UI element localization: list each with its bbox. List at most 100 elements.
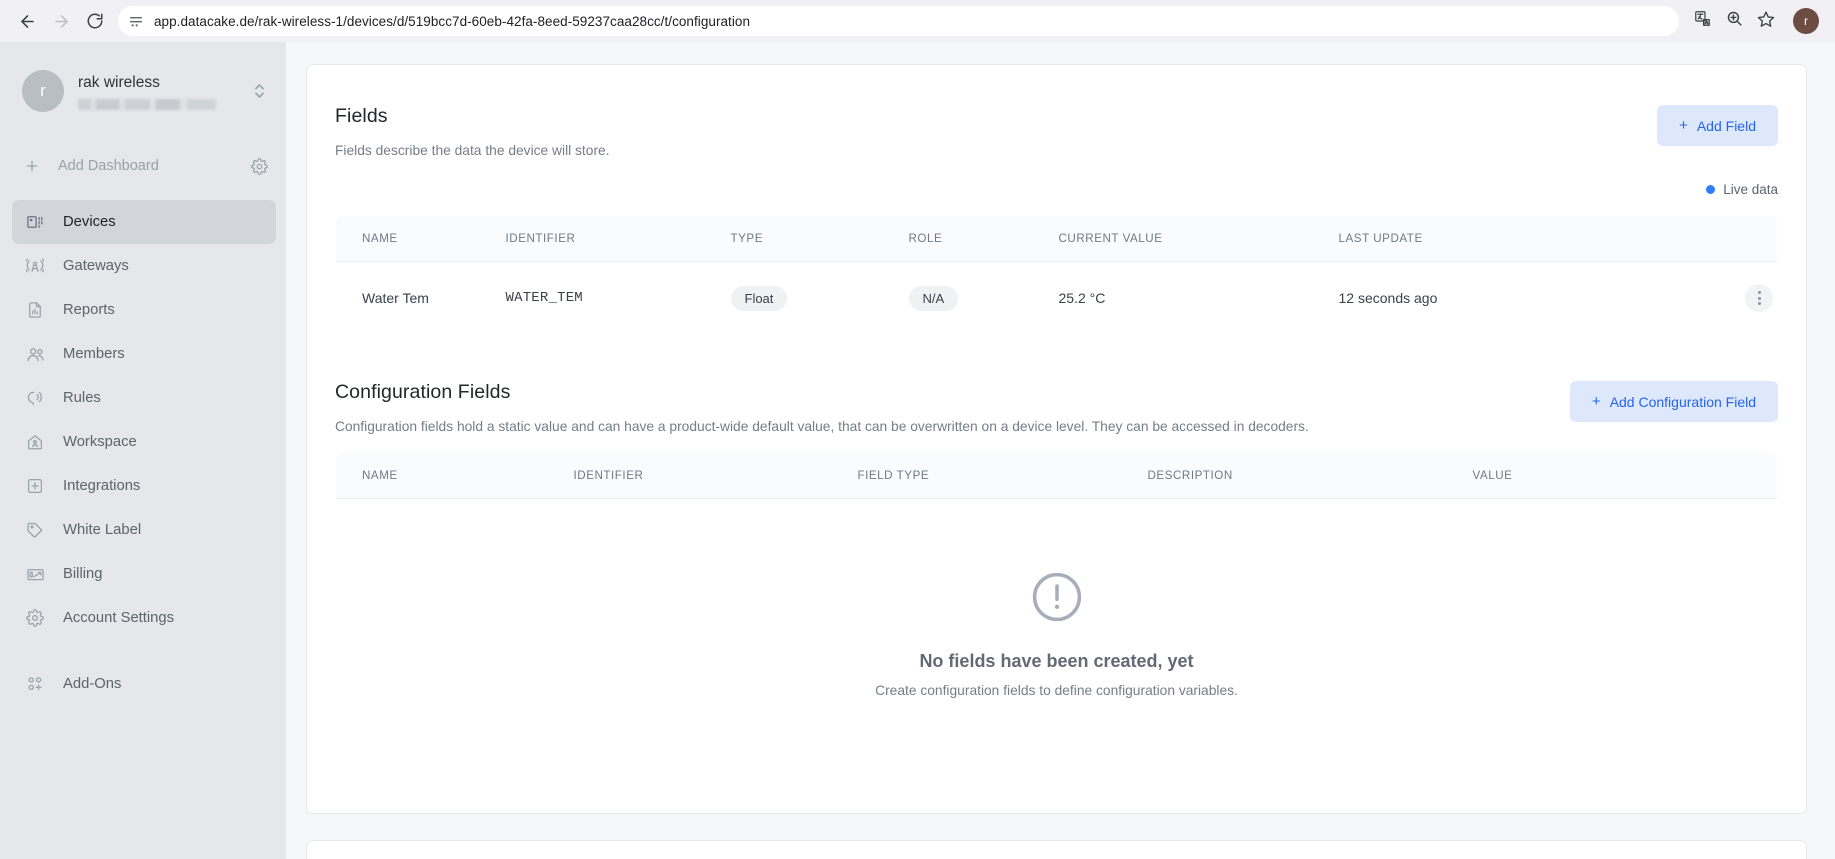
gateway-antenna-icon <box>24 255 46 277</box>
column-header-role: ROLE <box>908 216 1059 262</box>
empty-state-subtitle: Create configuration fields to define co… <box>875 683 1238 698</box>
fields-table: NAME IDENTIFIER TYPE ROLE CURRENT VALUE … <box>335 215 1778 335</box>
address-bar[interactable]: app.datacake.de/rak-wireless-1/devices/d… <box>118 6 1679 36</box>
sidebar-item-account-settings[interactable]: Account Settings <box>12 596 276 640</box>
add-ons-grid-icon <box>24 673 46 695</box>
live-data-indicator: Live data <box>335 182 1778 197</box>
sidebar-item-rules[interactable]: Rules <box>12 376 276 420</box>
gear-icon <box>24 607 46 629</box>
integrations-plus-box-icon <box>24 475 46 497</box>
sidebar-item-label: Reports <box>63 301 115 318</box>
field-last-update: 12 seconds ago <box>1338 261 1718 334</box>
empty-state-title: No fields have been created, yet <box>919 651 1194 671</box>
site-settings-icon[interactable] <box>128 13 144 29</box>
billing-invoice-icon <box>24 563 46 585</box>
sidebar-item-billing[interactable]: Billing <box>12 552 276 596</box>
column-header-field-type: FIELD TYPE <box>857 453 1148 499</box>
sidebar-item-devices[interactable]: Devices <box>12 200 276 244</box>
nav-divider-gap <box>0 640 286 662</box>
sidebar-item-reports[interactable]: Reports <box>12 288 276 332</box>
column-header-identifier: IDENTIFIER <box>505 216 731 262</box>
rules-signal-icon <box>24 387 46 409</box>
column-header-name: NAME <box>336 216 506 262</box>
sidebar-item-label: Workspace <box>63 433 137 450</box>
add-dashboard-label: Add Dashboard <box>58 158 159 174</box>
toolbar-actions: r <box>1687 6 1825 36</box>
workspace-text: rak wireless <box>78 73 248 110</box>
sidebar-item-members[interactable]: Members <box>12 332 276 376</box>
add-field-button[interactable]: + Add Field <box>1657 105 1778 146</box>
sidebar-item-integrations[interactable]: Integrations <box>12 464 276 508</box>
field-name: Water Tem <box>336 261 506 334</box>
workspace-name: rak wireless <box>78 73 160 91</box>
reload-button[interactable] <box>78 4 112 38</box>
plus-icon: + <box>1591 393 1601 410</box>
empty-state-row: No fields have been created, yet Create … <box>336 498 1777 776</box>
add-field-button-label: Add Field <box>1696 117 1756 134</box>
column-header-identifier: IDENTIFIER <box>573 453 858 499</box>
devices-icon <box>24 211 46 233</box>
fields-table-body: Water Tem WATER_TEM Float N/A 25.2 °C 12… <box>336 261 1777 334</box>
chevron-up-down-icon[interactable] <box>248 76 270 106</box>
sidebar-item-label: Billing <box>63 565 103 582</box>
page-title: Fields <box>335 105 388 127</box>
config-section-header: Configuration Fields Configuration field… <box>335 381 1778 434</box>
field-identifier: WATER_TEM <box>505 261 731 334</box>
field-actions-cell <box>1717 261 1777 334</box>
bookmark-button[interactable] <box>1751 6 1781 36</box>
column-header-last-update: LAST UPDATE <box>1338 216 1718 262</box>
gear-icon[interactable] <box>251 157 268 175</box>
fields-description: Fields describe the data the device will… <box>335 143 610 158</box>
sidebar-item-white-label[interactable]: White Label <box>12 508 276 552</box>
sidebar-item-label: Gateways <box>63 257 129 274</box>
browser-toolbar: app.datacake.de/rak-wireless-1/devices/d… <box>0 0 1835 42</box>
config-table-body: No fields have been created, yet Create … <box>336 498 1777 776</box>
field-role-badge: N/A <box>908 285 959 311</box>
fields-heading-group: Fields Fields describe the data the devi… <box>335 105 610 158</box>
empty-state-cell: No fields have been created, yet Create … <box>336 498 1777 776</box>
add-dashboard-row[interactable]: Add Dashboard <box>0 146 286 186</box>
integrations-section-partial: Integrations <box>306 840 1807 859</box>
workspace-avatar: r <box>22 70 64 112</box>
kebab-dot <box>1757 291 1761 294</box>
field-current-value: 25.2 °C <box>1058 261 1339 334</box>
kebab-menu-icon[interactable] <box>1745 284 1773 312</box>
sidebar-item-label: Rules <box>63 389 101 406</box>
configuration-fields-table: NAME IDENTIFIER FIELD TYPE DESCRIPTION V… <box>335 452 1778 777</box>
reload-icon <box>86 12 104 30</box>
config-table-head: NAME IDENTIFIER FIELD TYPE DESCRIPTION V… <box>336 453 1777 499</box>
url-text[interactable]: app.datacake.de/rak-wireless-1/devices/d… <box>154 14 750 29</box>
add-configuration-field-button-label: Add Configuration Field <box>1609 393 1756 410</box>
config-title: Configuration Fields <box>335 381 511 403</box>
kebab-dot <box>1757 302 1761 305</box>
forward-button[interactable] <box>44 4 78 38</box>
main-content: Fields Fields describe the data the devi… <box>286 42 1835 859</box>
tag-icon <box>24 519 46 541</box>
column-header-type: TYPE <box>730 216 909 262</box>
zoom-button[interactable] <box>1719 6 1749 36</box>
translate-icon <box>1694 10 1711 32</box>
sidebar-nav: Devices Gateways Reports Members Rules W… <box>0 200 286 706</box>
table-row[interactable]: Water Tem WATER_TEM Float N/A 25.2 °C 12… <box>336 261 1777 334</box>
back-arrow-icon <box>18 12 37 31</box>
sidebar-item-add-ons[interactable]: Add-Ons <box>12 662 276 706</box>
column-header-description: DESCRIPTION <box>1147 453 1473 499</box>
members-people-icon <box>24 343 46 365</box>
sidebar-item-label: Integrations <box>63 477 141 494</box>
field-type-badge: Float <box>730 285 788 311</box>
sidebar-item-label: White Label <box>63 521 142 538</box>
plus-icon: + <box>1679 117 1688 134</box>
profile-avatar[interactable]: r <box>1793 8 1819 34</box>
workspace-switcher-row[interactable]: r rak wireless <box>0 58 286 124</box>
sidebar-item-label: Devices <box>63 213 116 230</box>
config-heading-group: Configuration Fields Configuration field… <box>335 381 1309 434</box>
bookmark-star-icon <box>1757 10 1775 33</box>
fields-section-header: Fields Fields describe the data the devi… <box>335 105 1778 158</box>
column-header-value: VALUE <box>1472 453 1777 499</box>
sidebar-item-workspace[interactable]: Workspace <box>12 420 276 464</box>
add-configuration-field-button[interactable]: + Add Configuration Field <box>1569 381 1778 422</box>
translate-button[interactable] <box>1687 6 1717 36</box>
back-button[interactable] <box>10 4 44 38</box>
sidebar-item-gateways[interactable]: Gateways <box>12 244 276 288</box>
fields-table-head: NAME IDENTIFIER TYPE ROLE CURRENT VALUE … <box>336 216 1777 262</box>
